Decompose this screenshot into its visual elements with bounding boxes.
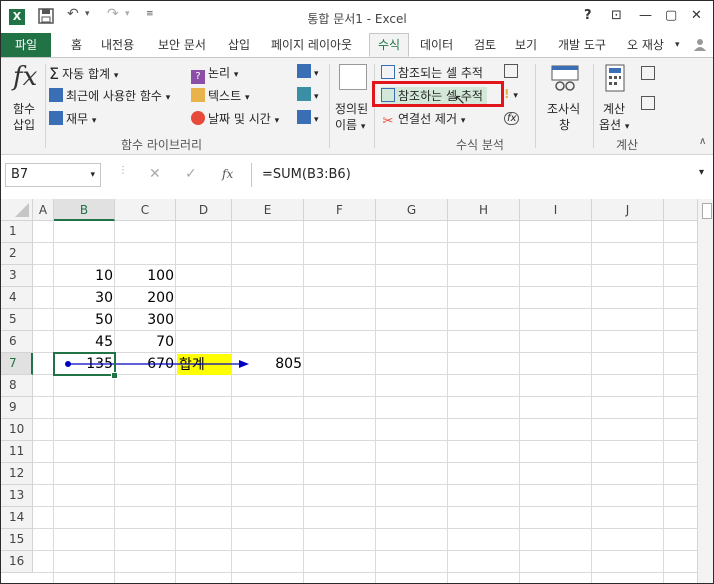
clock-icon [191, 111, 205, 125]
close-button[interactable]: ✕ [691, 8, 702, 23]
tab-data[interactable]: 데이터 [418, 33, 455, 57]
formula-bar-grip-icon: ⋮ [118, 165, 128, 176]
insert-function-fx-icon[interactable]: fx [222, 167, 233, 181]
tab-page-layout[interactable]: 페이지 레이아웃 [269, 33, 354, 57]
calc-sheet-icon[interactable] [641, 96, 658, 111]
trace-arrow [65, 360, 249, 368]
function-library-group-label: 함수 라이브러리 [121, 138, 203, 152]
datetime-label: 날짜 및 시간 [208, 112, 271, 126]
more-functions-button[interactable]: ▾ [297, 110, 319, 125]
cancel-icon[interactable]: ✕ [149, 166, 161, 182]
evaluate-formula-icon[interactable]: fx [504, 110, 520, 125]
calc-options-label-1[interactable]: 계산 [603, 100, 625, 117]
tab-review[interactable]: 검토 [472, 33, 498, 57]
remove-arrows-label: 연결선 제거 [398, 112, 458, 126]
enter-icon[interactable]: ✓ [185, 166, 197, 182]
lookup-icon [297, 64, 311, 78]
remove-arrows-icon: ✂ [382, 114, 394, 129]
tab-security-doc[interactable]: 보안 문서 [156, 33, 208, 57]
sigma-icon: Σ [49, 64, 60, 83]
calc-now-icon[interactable] [641, 66, 658, 81]
watch-window-label-1[interactable]: 조사식 [547, 100, 580, 117]
logical-button[interactable]: ? 논리 ▾ [191, 64, 238, 84]
math-button[interactable]: ▾ [297, 87, 319, 102]
calculation-group-label: 계산 [616, 138, 639, 152]
financial-button[interactable]: 재무 ▾ [49, 110, 96, 127]
name-box-dropdown-icon[interactable]: ▾ [90, 164, 95, 186]
logical-icon: ? [191, 70, 205, 84]
formula-bar: B7 ▾ ⋮ ✕ ✓ fx =SUM(B3:B6) ▾ [1, 159, 713, 191]
tab-insert[interactable]: 삽입 [226, 33, 252, 57]
minimize-button[interactable]: — [639, 8, 652, 23]
show-formulas-glyph-icon [504, 64, 518, 78]
datetime-button[interactable]: 날짜 및 시간 ▾ [191, 110, 279, 127]
expand-formula-bar-icon[interactable]: ▾ [699, 167, 704, 178]
window-title: 통합 문서1 - Excel [307, 12, 407, 26]
trace-precedents-label: 참조되는 셀 추적 [398, 66, 483, 80]
formula-input[interactable]: =SUM(B3:B6) [251, 163, 711, 187]
user-avatar-icon[interactable] [691, 33, 709, 57]
autosum-label: 자동 합계 [62, 67, 111, 81]
vertical-scrollbar[interactable] [697, 199, 713, 583]
text-button[interactable]: 텍스트 ▾ [191, 87, 249, 104]
watch-window-icon[interactable] [550, 64, 580, 92]
financial-icon [49, 111, 63, 125]
watch-window-label-2[interactable]: 창 [559, 116, 570, 133]
selected-cell-border [53, 352, 116, 376]
insert-function-icon[interactable]: fx [13, 62, 37, 92]
recently-used-label: 최근에 사용한 함수 [66, 89, 162, 103]
tab-view[interactable]: 보기 [513, 33, 539, 57]
remove-arrows-button[interactable]: ✂ 연결선 제거 ▾ [381, 110, 466, 129]
excel-window: X ↶ ▾ ↷ ▾ ≡ 통합 문서1 - Excel ? ⊡ — ▢ ✕ 파일 … [0, 0, 714, 584]
ribbon-display-options-icon[interactable]: ⊡ [611, 8, 622, 23]
highlight-box [372, 81, 504, 107]
recently-used-button[interactable]: 최근에 사용한 함수 ▾ [49, 87, 170, 104]
more-functions-icon [297, 110, 311, 124]
defined-names-label-1[interactable]: 정의된 [335, 100, 368, 117]
restore-button[interactable]: ▢ [665, 8, 677, 23]
user-name[interactable]: 오 재상 [625, 33, 666, 57]
ribbon-tabs: 파일 홈 내전용 보안 문서 삽입 페이지 레이아웃 수식 데이터 검토 보기 … [1, 33, 713, 57]
logical-label: 논리 [208, 66, 231, 80]
ribbon-formulas: fx 함수 삽입 Σ 자동 합계 ▾ 최근에 사용한 함수 ▾ 재무 ▾ ? 논리 … [1, 57, 713, 155]
insert-function-label-2[interactable]: 삽입 [13, 116, 35, 133]
show-formulas-icon[interactable] [504, 64, 521, 79]
tab-home[interactable]: 홈 [69, 33, 84, 57]
lookup-button[interactable]: ▾ [297, 64, 319, 79]
formula-auditing-group-label: 수식 분석 [456, 138, 504, 152]
trace-precedents-icon [381, 65, 395, 79]
error-checking-icon[interactable]: ! ▾ [504, 87, 518, 101]
trace-precedents-button[interactable]: 참조되는 셀 추적 [381, 64, 483, 81]
tab-developer[interactable]: 개발 도구 [556, 33, 608, 57]
tab-formulas[interactable]: 수식 [369, 33, 409, 57]
tab-custom[interactable]: 내전용 [99, 33, 136, 57]
fill-handle[interactable] [111, 372, 118, 379]
financial-label: 재무 [66, 112, 89, 126]
calc-options-icon[interactable] [605, 64, 625, 92]
insert-function-label-1[interactable]: 함수 [13, 100, 35, 117]
help-button[interactable]: ? [584, 8, 592, 23]
tab-file[interactable]: 파일 [1, 33, 51, 57]
autosum-button[interactable]: Σ 자동 합계 ▾ [49, 64, 118, 83]
text-icon [191, 88, 205, 102]
warning-icon: ! [504, 87, 510, 101]
calc-options-label-2[interactable]: 옵션 ▾ [599, 116, 629, 133]
math-icon [297, 87, 311, 101]
worksheet-grid[interactable]: A B C D E F G H I J 1 2 3 4 5 6 7 8 9 10 11 12 13 14 1… [1, 199, 713, 583]
collapse-ribbon-icon[interactable]: ∧ [699, 136, 706, 147]
name-box[interactable]: B7 ▾ [5, 163, 101, 187]
star-book-icon [49, 88, 63, 102]
title-bar: X ↶ ▾ ↷ ▾ ≡ 통합 문서1 - Excel ? ⊡ — ▢ ✕ [1, 1, 713, 33]
defined-names-label-2[interactable]: 이름 ▾ [335, 116, 365, 133]
user-dropdown-icon[interactable]: ▾ [673, 33, 682, 57]
text-label: 텍스트 [208, 89, 242, 103]
defined-names-icon[interactable] [339, 64, 367, 90]
